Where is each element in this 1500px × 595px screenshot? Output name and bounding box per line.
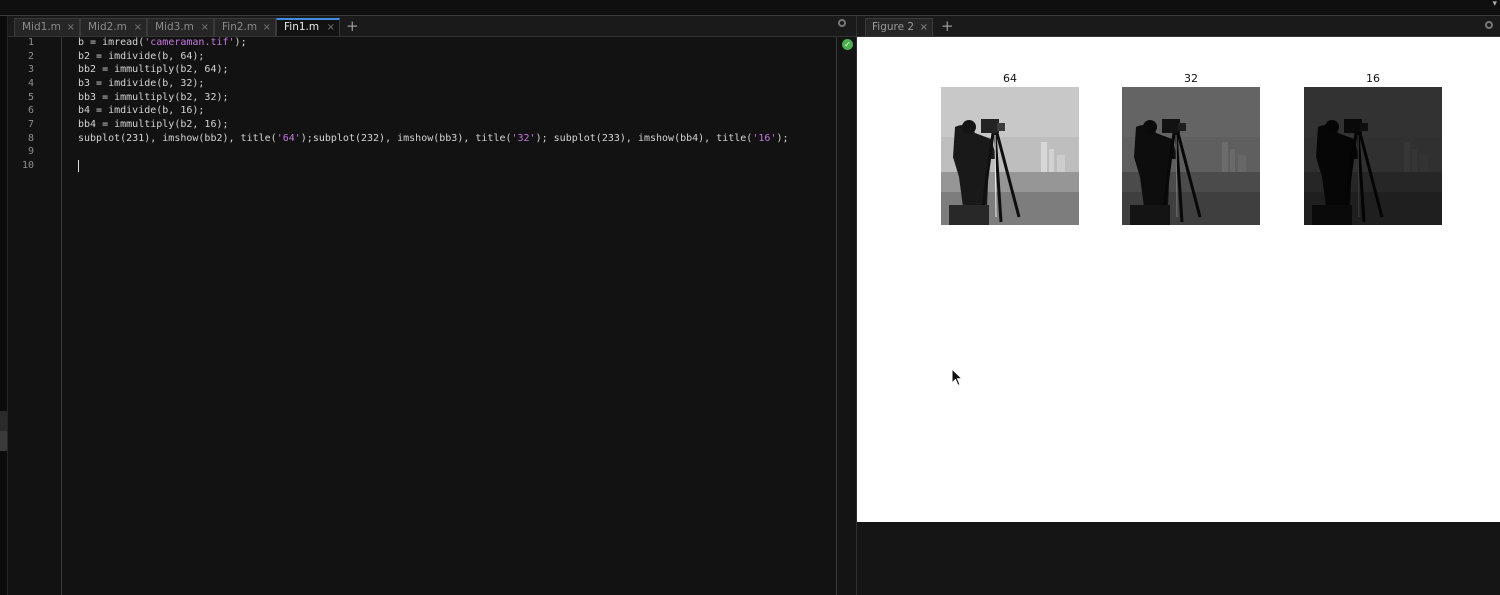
editor-pane: Mid1.m × Mid2.m × Mid3.m × Fin2.m × Fin1… — [0, 16, 856, 595]
top-toolbar: ▾ — [0, 0, 1500, 16]
close-icon[interactable]: × — [134, 19, 142, 36]
editor-scrollbar[interactable]: ✓ — [836, 37, 856, 595]
code-line: b3 = imdivide(b, 32); — [78, 78, 205, 89]
line-number: 7 — [27, 119, 34, 130]
line-number: 8 — [27, 133, 34, 144]
tab-label: Fin2.m — [222, 21, 258, 33]
line-number: 3 — [27, 64, 34, 75]
code-line: bb3 = immultiply(b2, 32); — [78, 92, 229, 103]
line-number: 9 — [27, 146, 34, 157]
close-icon[interactable]: × — [201, 19, 209, 36]
code-line: bb2 = immultiply(b2, 64); — [78, 64, 229, 75]
close-icon[interactable]: × — [920, 19, 928, 36]
gear-icon[interactable] — [1485, 21, 1493, 29]
tab-label: Fin1.m — [284, 21, 320, 33]
line-number: 5 — [27, 92, 34, 103]
check-circle-icon: ✓ — [842, 39, 853, 50]
tab-mid1[interactable]: Mid1.m × — [14, 18, 80, 36]
code-line: b4 = imdivide(b, 16); — [78, 105, 205, 116]
close-icon[interactable]: × — [67, 19, 75, 36]
close-icon[interactable]: × — [263, 19, 271, 36]
tab-label: Mid1.m — [22, 21, 61, 33]
subplot-image — [1122, 87, 1260, 225]
subplot-image — [941, 87, 1079, 225]
line-number: 6 — [27, 105, 34, 116]
text-cursor — [78, 160, 79, 172]
subplot-title: 64 — [1003, 72, 1017, 85]
code-line: b2 = imdivide(b, 64); — [78, 51, 205, 62]
line-number: 2 — [27, 51, 34, 62]
line-number: 10 — [21, 160, 34, 171]
code-line: subplot(231), imshow(bb2), title('64');s… — [78, 133, 789, 144]
gear-icon[interactable] — [838, 19, 846, 27]
tab-fin1[interactable]: Fin1.m × — [276, 18, 340, 36]
tab-mid2[interactable]: Mid2.m × — [80, 18, 147, 36]
dropdown-arrow-icon[interactable]: ▾ — [1492, 0, 1497, 9]
subplot-image — [1304, 87, 1442, 225]
mouse-pointer-icon — [951, 368, 963, 387]
close-icon[interactable]: × — [327, 20, 335, 35]
line-number: 4 — [27, 78, 34, 89]
figure-canvas[interactable]: 64 32 16 — [857, 37, 1500, 522]
tab-figure-2[interactable]: Figure 2 × — [865, 18, 933, 36]
tab-mid3[interactable]: Mid3.m × — [147, 18, 214, 36]
subplot-title: 16 — [1366, 72, 1380, 85]
add-tab-icon[interactable]: + — [346, 17, 359, 35]
editor-tab-bar: Mid1.m × Mid2.m × Mid3.m × Fin2.m × Fin1… — [8, 16, 856, 37]
add-tab-icon[interactable]: + — [941, 17, 954, 35]
code-line: b = imread('cameraman.tif'); — [78, 37, 247, 48]
line-number: 1 — [27, 37, 34, 48]
figure-tab-bar: Figure 2 × + — [857, 16, 1500, 37]
tab-label: Figure 2 — [872, 21, 915, 33]
side-strip-marker — [0, 431, 7, 451]
tab-fin2[interactable]: Fin2.m × — [214, 18, 276, 36]
subplot-title: 32 — [1184, 72, 1198, 85]
figure-pane: Figure 2 × + 64 32 16 — [857, 16, 1500, 595]
left-side-strip — [0, 16, 8, 595]
tab-label: Mid2.m — [88, 21, 127, 33]
code-line: bb4 = immultiply(b2, 16); — [78, 119, 229, 130]
tab-label: Mid3.m — [155, 21, 194, 33]
